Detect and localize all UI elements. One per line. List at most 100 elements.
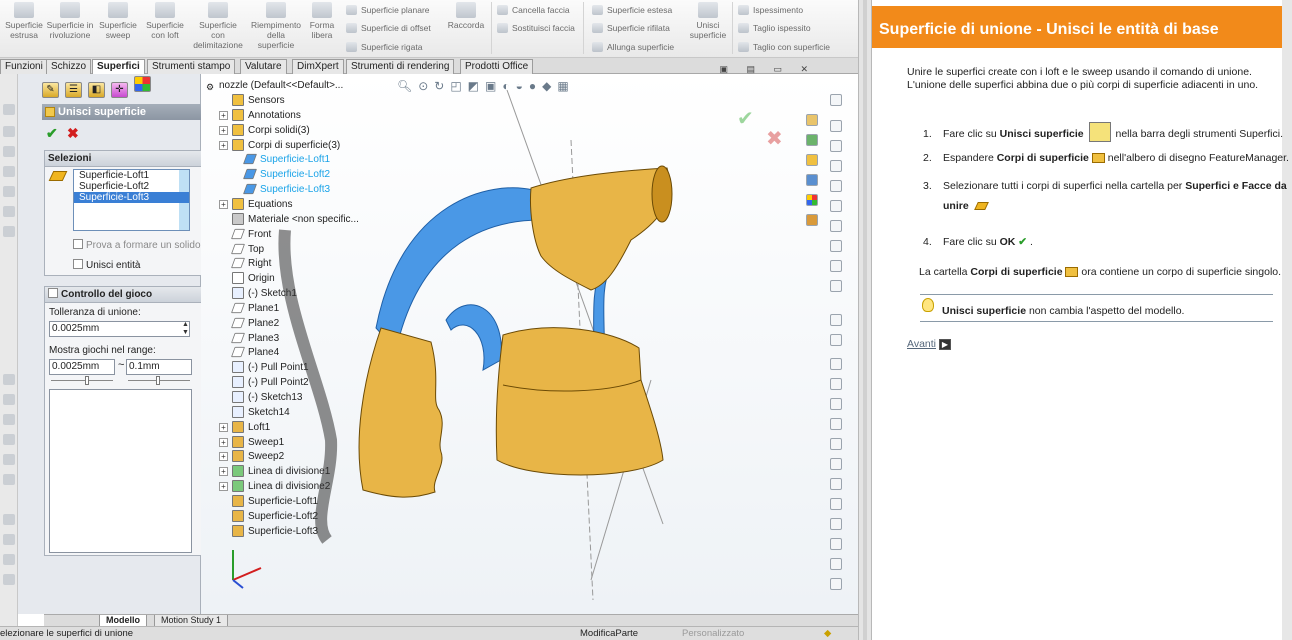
help-tooltip-icon[interactable]: ◆ [824, 627, 831, 640]
tab-strumenti-stampo[interactable]: Strumenti stampo [147, 59, 236, 74]
folder-icon[interactable] [806, 154, 818, 166]
superficie-planare-button[interactable]: Superficie planare [345, 2, 430, 18]
checkbox[interactable] [73, 259, 83, 269]
status-units[interactable]: Personalizzato [682, 627, 744, 640]
relations-tool-icon[interactable] [830, 418, 842, 430]
shaded-contours-icon[interactable] [830, 518, 842, 530]
taglio-ispessito-button[interactable]: Taglio ispessito [737, 20, 811, 36]
forma-libera-button[interactable]: Forma libera [302, 2, 342, 40]
appearances-icon[interactable] [806, 194, 818, 206]
ellipse-tool-icon[interactable] [830, 240, 842, 252]
list-item-selected[interactable]: Superficie-Loft3 [74, 192, 189, 203]
tool-icon[interactable] [3, 206, 15, 217]
raccorda-button[interactable]: Raccorda [443, 2, 489, 30]
tool-icon[interactable] [3, 126, 15, 137]
rapid-sketch-icon[interactable] [830, 478, 842, 490]
tool-icon[interactable] [3, 434, 15, 445]
list-item[interactable]: Superficie-Loft2 [74, 181, 189, 192]
tool-icon[interactable] [830, 578, 842, 590]
ok-button[interactable]: ✔ [46, 125, 58, 142]
tool-icon[interactable] [3, 414, 15, 425]
slider-thumb[interactable] [156, 376, 160, 385]
tool-icon[interactable] [3, 474, 15, 485]
custom-properties-icon[interactable] [806, 214, 818, 226]
quick-snaps-icon[interactable] [830, 458, 842, 470]
tool-icon[interactable] [830, 558, 842, 570]
3d-model-view[interactable] [271, 80, 741, 608]
expand-toggle-icon[interactable]: + [219, 482, 228, 492]
dimxpert-tab-icon[interactable]: ✛ [111, 82, 128, 98]
design-library-icon[interactable] [806, 134, 818, 146]
tool-icon[interactable] [3, 454, 15, 465]
taglio-con-superficie-button[interactable]: Taglio con superficie [737, 39, 830, 55]
expand-toggle-icon[interactable]: + [219, 110, 228, 120]
checkbox[interactable] [73, 239, 83, 249]
selection-list[interactable]: Superficie-Loft1 Superficie-Loft2 Superf… [73, 169, 190, 231]
tool-icon[interactable] [3, 514, 15, 525]
superficie-rivoluzione-button[interactable]: Superficie in rivoluzione [46, 2, 94, 40]
selections-header[interactable]: Selezioni︽ [45, 151, 215, 167]
configuration-tab-icon[interactable]: ◧ [88, 82, 105, 98]
spline-tool-icon[interactable] [830, 220, 842, 232]
tool-icon[interactable] [3, 186, 15, 197]
riempimento-superficie-button[interactable]: Riempimento della superficie [249, 2, 303, 50]
graphics-area[interactable]: ▣ ▤ ▭ ✕ 🔍︎⊙↻◰◩▣◐◒●◆▦ ⚙ nozzle (Default<<… [201, 64, 858, 614]
gap-control-checkbox[interactable] [48, 288, 58, 298]
pattern-tool-icon[interactable] [830, 378, 842, 390]
instant2d-icon[interactable] [830, 498, 842, 510]
sketch-tool-icon[interactable] [830, 94, 842, 106]
ispessimento-button[interactable]: Ispessimento [737, 2, 803, 18]
rectangle-tool-icon[interactable] [830, 140, 842, 152]
sostituisci-faccia-button[interactable]: Sostituisci faccia [496, 20, 575, 36]
tool-icon[interactable] [3, 374, 15, 385]
expand-toggle-icon[interactable]: + [219, 467, 228, 477]
superficie-rigata-button[interactable]: Superficie rigata [345, 39, 422, 55]
circle-tool-icon[interactable] [830, 180, 842, 192]
superficie-sweep-button[interactable]: Superficie sweep [94, 2, 142, 40]
point-tool-icon[interactable] [830, 260, 842, 272]
tool-icon[interactable] [3, 554, 15, 565]
pane-splitter[interactable] [858, 0, 872, 640]
unisci-superficie-button[interactable]: Unisci superficie [684, 2, 732, 40]
next-arrow-icon[interactable]: ▶ [939, 339, 951, 350]
cancel-button[interactable]: ✖ [67, 125, 79, 142]
try-solid-checkbox[interactable]: Prova a formare un solido [73, 239, 201, 251]
cancella-faccia-button[interactable]: Cancella faccia [496, 2, 570, 18]
superficie-delimitazione-button[interactable]: Superficie con delimitazione [192, 2, 244, 50]
propertymanager-tab-icon[interactable]: ☰ [65, 82, 82, 98]
tab-superfici[interactable]: Superfici [92, 59, 145, 74]
tool-icon[interactable] [3, 574, 15, 585]
expand-toggle-icon[interactable]: + [219, 125, 228, 135]
arc-tool-icon[interactable] [830, 200, 842, 212]
expand-toggle-icon[interactable]: + [219, 140, 228, 150]
tab-funzioni[interactable]: Funzioni [0, 59, 48, 74]
tool-icon[interactable] [3, 226, 15, 237]
range-min-input[interactable]: 0.0025mm [49, 359, 115, 375]
tab-schizzo[interactable]: Schizzo [46, 59, 92, 74]
list-item[interactable]: Superficie-Loft1 [74, 170, 189, 181]
superficie-estrusa-button[interactable]: Superficie estrusa [0, 2, 48, 40]
allunga-superficie-button[interactable]: Allunga superficie [591, 39, 674, 55]
display-manager-tab-icon[interactable] [134, 76, 151, 92]
superficie-estesa-button[interactable]: Superficie estesa [591, 2, 672, 18]
slider-thumb[interactable] [85, 376, 89, 385]
range-max-input[interactable]: 0.1mm [126, 359, 192, 375]
expand-toggle-icon[interactable]: + [219, 437, 228, 447]
tab-valutare[interactable]: Valutare [240, 59, 287, 74]
tab-prodotti-office[interactable]: Prodotti Office [460, 59, 534, 74]
tool-icon[interactable] [3, 534, 15, 545]
confirm-corner-cancel-icon[interactable]: ✖ [766, 126, 783, 151]
range-min-slider[interactable] [51, 380, 113, 381]
home-icon[interactable] [806, 114, 818, 126]
slot-tool-icon[interactable] [830, 160, 842, 172]
merge-entities-checkbox[interactable]: Unisci entità [73, 259, 140, 271]
spin-icon[interactable]: ▲ ▼ [182, 321, 189, 337]
expand-toggle-icon[interactable]: + [219, 422, 228, 432]
tool-icon[interactable] [3, 146, 15, 157]
tool-icon[interactable] [3, 166, 15, 177]
tab-strumenti-rendering[interactable]: Strumenti di rendering [346, 59, 455, 74]
tool-icon[interactable] [830, 538, 842, 550]
offset-tool-icon[interactable] [830, 334, 842, 346]
tolerance-input[interactable]: 0.0025mm [49, 321, 190, 337]
superficie-loft-button[interactable]: Superficie con loft [141, 2, 189, 40]
